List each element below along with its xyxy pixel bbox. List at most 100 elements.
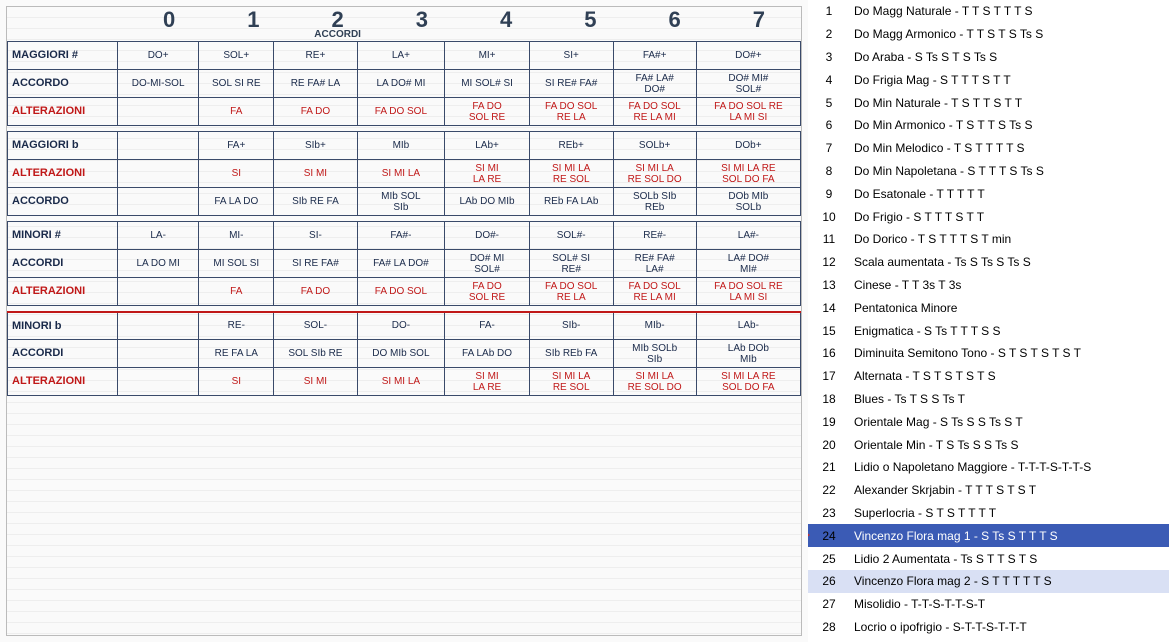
chord-cell: DO#-: [445, 222, 530, 250]
scale-list-item[interactable]: 25Lidio 2 Aumentata - Ts S T T S T S: [808, 547, 1169, 570]
chord-cell: MI+: [445, 42, 530, 70]
scale-number: 20: [814, 438, 844, 452]
chord-cell: SI-: [274, 222, 357, 250]
scale-list-item[interactable]: 18Blues - Ts T S S Ts T: [808, 388, 1169, 411]
scale-text: Do Min Melodico - T S T T T T S: [844, 141, 1163, 155]
scale-list-item[interactable]: 28Locrio o ipofrigio - S-T-T-S-T-T-T: [808, 616, 1169, 639]
scale-list-item[interactable]: 21Lidio o Napoletano Maggiore - T-T-T-S-…: [808, 456, 1169, 479]
scale-text: Cinese - T T 3s T 3s: [844, 278, 1163, 292]
chord-cell: DO#+: [696, 42, 800, 70]
chord-cell: FA DO SOL RELA MI SI: [696, 278, 800, 306]
chord-cell: SI MILA RE: [445, 368, 530, 396]
scale-list-item[interactable]: 1Do Magg Naturale - T T S T T T S: [808, 0, 1169, 23]
scale-number: 23: [814, 506, 844, 520]
scale-text: Enigmatica - S Ts T T T S S: [844, 324, 1163, 338]
chord-cell: LA-: [118, 222, 199, 250]
scale-number: 10: [814, 210, 844, 224]
scale-list-item[interactable]: 7Do Min Melodico - T S T T T T S: [808, 137, 1169, 160]
scale-list-item[interactable]: 9Do Esatonale - T T T T T: [808, 182, 1169, 205]
chord-cell: SIb RE FA: [274, 188, 357, 216]
chord-cell: DO-: [357, 312, 445, 340]
scale-text: Orientale Min - T S Ts S S Ts S: [844, 438, 1163, 452]
chord-cell: DOb MIbSOLb: [696, 188, 800, 216]
scale-text: Do Min Naturale - T S T T S T T: [844, 96, 1163, 110]
scale-number: 2: [814, 27, 844, 41]
chord-cell: RE-: [199, 312, 274, 340]
scale-number: 21: [814, 460, 844, 474]
table-row: ALTERAZIONISISI MISI MI LASI MILA RESI M…: [8, 368, 801, 396]
scale-list-item[interactable]: 22Alexander Skrjabin - T T T S T S T: [808, 479, 1169, 502]
table-row: MINORI bRE-SOL-DO-FA-SIb-MIb-LAb-: [8, 312, 801, 340]
scale-list-item[interactable]: 6Do Min Armonico - T S T T S Ts S: [808, 114, 1169, 137]
scale-number: 22: [814, 483, 844, 497]
scale-list-item[interactable]: 24Vincenzo Flora mag 1 - S Ts S T T T S: [808, 524, 1169, 547]
scale-text: Do Frigio - S T T T S T T: [844, 210, 1163, 224]
scale-list-panel: 1Do Magg Naturale - T T S T T T S2Do Mag…: [808, 0, 1169, 642]
scale-list-item[interactable]: 27Misolidio - T-T-S-T-T-S-T: [808, 593, 1169, 616]
scale-number: 1: [814, 4, 844, 18]
col-header-6: 6: [633, 7, 717, 33]
scale-list-item[interactable]: 11Do Dorico - T S T T T S T min: [808, 228, 1169, 251]
table-row: MINORI #LA-MI-SI-FA#-DO#-SOL#-RE#-LA#-: [8, 222, 801, 250]
scale-list-item[interactable]: 4Do Frigia Mag - S T T T S T T: [808, 68, 1169, 91]
scale-number: 15: [814, 324, 844, 338]
scale-list-item[interactable]: 16Diminuita Semitono Tono - S T S T S T …: [808, 342, 1169, 365]
pointer-arrow-icon: [808, 530, 810, 540]
chord-cell: FA LA DO: [199, 188, 274, 216]
chord-cell: SI RE# FA#: [529, 70, 613, 98]
row-label: ALTERAZIONI: [8, 98, 118, 126]
music-paper: 012ACCORDI34567 MAGGIORI #DO+SOL+RE+LA+M…: [6, 6, 802, 636]
scale-number: 5: [814, 96, 844, 110]
col-header-4: 4: [464, 7, 548, 33]
scale-text: Diminuita Semitono Tono - S T S T S T S …: [844, 346, 1163, 360]
chord-cell: MI SOL SI: [199, 250, 274, 278]
chord-cell: SI MI LARE SOL DO: [613, 368, 696, 396]
col-header-0: 0: [127, 7, 211, 33]
chord-cell: DO MIb SOL: [357, 340, 445, 368]
scale-list-item[interactable]: 10Do Frigio - S T T T S T T: [808, 205, 1169, 228]
scale-list-item[interactable]: 12Scala aumentata - Ts S Ts S Ts S: [808, 251, 1169, 274]
scale-number: 12: [814, 255, 844, 269]
scale-list-item[interactable]: 13Cinese - T T 3s T 3s: [808, 274, 1169, 297]
chord-cell: LA+: [357, 42, 445, 70]
scale-list-item[interactable]: 8Do Min Napoletana - S T T T S Ts S: [808, 160, 1169, 183]
scale-text: Do Min Armonico - T S T T S Ts S: [844, 118, 1163, 132]
scale-text: Misolidio - T-T-S-T-T-S-T: [844, 597, 1163, 611]
chord-cell: RE# FA#LA#: [613, 250, 696, 278]
chord-cell: LA DO# MI: [357, 70, 445, 98]
table-row: ALTERAZIONIFAFA DOFA DO SOLFA DOSOL REFA…: [8, 278, 801, 306]
chord-cell: [118, 132, 199, 160]
scale-number: 11: [814, 232, 844, 246]
chord-cell: REb+: [529, 132, 613, 160]
scale-list-item[interactable]: 14Pentatonica Minore: [808, 296, 1169, 319]
chord-cell: SI MI LA RESOL DO FA: [696, 160, 800, 188]
chord-cell: DO+: [118, 42, 199, 70]
chord-cell: FA#+: [613, 42, 696, 70]
chord-cell: LAb-: [696, 312, 800, 340]
col-header-5: 5: [548, 7, 632, 33]
row-label: ALTERAZIONI: [8, 368, 118, 396]
chord-cell: DO# MISOL#: [445, 250, 530, 278]
scale-list-item[interactable]: 19Orientale Mag - S Ts S S Ts S T: [808, 410, 1169, 433]
scale-text: Blues - Ts T S S Ts T: [844, 392, 1163, 406]
chord-cell: FA DO SOL RELA MI SI: [696, 98, 800, 126]
chord-cell: SI MI LARE SOL: [529, 368, 613, 396]
scale-list-item[interactable]: 3Do Araba - S Ts S T S Ts S: [808, 46, 1169, 69]
scale-list-item[interactable]: 2Do Magg Armonico - T T S T S Ts S: [808, 23, 1169, 46]
scale-list-item[interactable]: 23Superlocria - S T S T T T T: [808, 502, 1169, 525]
scale-text: Vincenzo Flora mag 1 - S Ts S T T T S: [844, 529, 1163, 543]
scale-text: Scala aumentata - Ts S Ts S Ts S: [844, 255, 1163, 269]
chord-cell: SIb-: [529, 312, 613, 340]
scale-list-item[interactable]: 5Do Min Naturale - T S T T S T T: [808, 91, 1169, 114]
table-row: ALTERAZIONIFAFA DOFA DO SOLFA DOSOL REFA…: [8, 98, 801, 126]
scale-list-item[interactable]: 20Orientale Min - T S Ts S S Ts S: [808, 433, 1169, 456]
scale-text: Lidio 2 Aumentata - Ts S T T S T S: [844, 552, 1163, 566]
scale-list-item[interactable]: 15Enigmatica - S Ts T T T S S: [808, 319, 1169, 342]
chord-cell: SI: [199, 368, 274, 396]
chord-cell: SOLb+: [613, 132, 696, 160]
row-label: MAGGIORI b: [8, 132, 118, 160]
table-row: MAGGIORI #DO+SOL+RE+LA+MI+SI+FA#+DO#+: [8, 42, 801, 70]
scale-list-item[interactable]: 26Vincenzo Flora mag 2 - S T T T T T S: [808, 570, 1169, 593]
chord-cell: FA-: [445, 312, 530, 340]
scale-list-item[interactable]: 17Alternata - T S T S T S T S: [808, 365, 1169, 388]
